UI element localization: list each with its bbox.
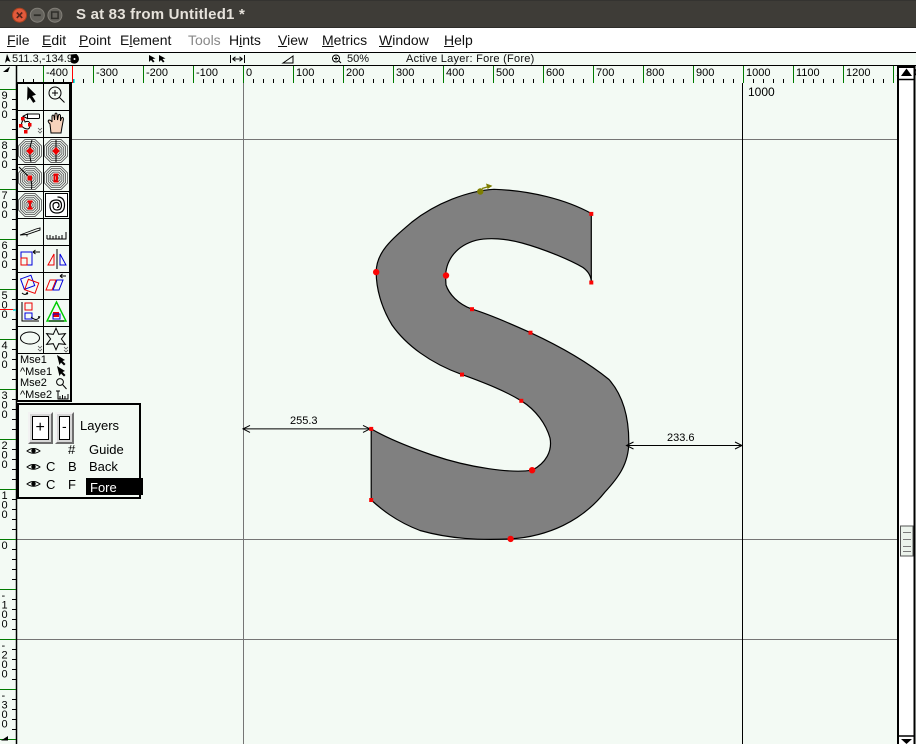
- svg-text:700: 700: [596, 67, 614, 79]
- svg-text:0: 0: [2, 409, 8, 421]
- svg-text:400: 400: [446, 67, 464, 79]
- svg-text:0: 0: [2, 259, 8, 271]
- svg-text:233.6: 233.6: [667, 432, 695, 444]
- svg-text:0: 0: [2, 619, 8, 631]
- svg-text:500: 500: [496, 67, 514, 79]
- svg-text:-200: -200: [146, 67, 168, 79]
- svg-text:0: 0: [2, 540, 8, 552]
- svg-text:1100: 1100: [796, 67, 820, 79]
- svg-text:100: 100: [296, 67, 314, 79]
- svg-text:900: 900: [696, 67, 714, 79]
- svg-text:0: 0: [2, 459, 8, 471]
- svg-text:-100: -100: [196, 67, 218, 79]
- svg-text:0: 0: [2, 159, 8, 171]
- svg-text:300: 300: [396, 67, 414, 79]
- svg-text:800: 800: [646, 67, 664, 79]
- svg-text:0: 0: [2, 209, 8, 221]
- svg-text:-: -: [2, 740, 6, 744]
- svg-text:0: 0: [2, 109, 8, 121]
- svg-text:1000: 1000: [746, 67, 770, 79]
- svg-text:0: 0: [2, 359, 8, 371]
- svg-text:200: 200: [346, 67, 364, 79]
- svg-text:-300: -300: [96, 67, 118, 79]
- svg-text:255.3: 255.3: [290, 415, 318, 427]
- svg-text:0: 0: [2, 509, 8, 521]
- svg-text:600: 600: [546, 67, 564, 79]
- svg-text:0: 0: [2, 719, 8, 731]
- svg-text:1000: 1000: [748, 85, 775, 99]
- svg-text:-400: -400: [46, 67, 68, 79]
- svg-text:1200: 1200: [846, 67, 870, 79]
- svg-text:0: 0: [2, 309, 8, 321]
- svg-text:0: 0: [246, 67, 252, 79]
- svg-text:0: 0: [2, 669, 8, 681]
